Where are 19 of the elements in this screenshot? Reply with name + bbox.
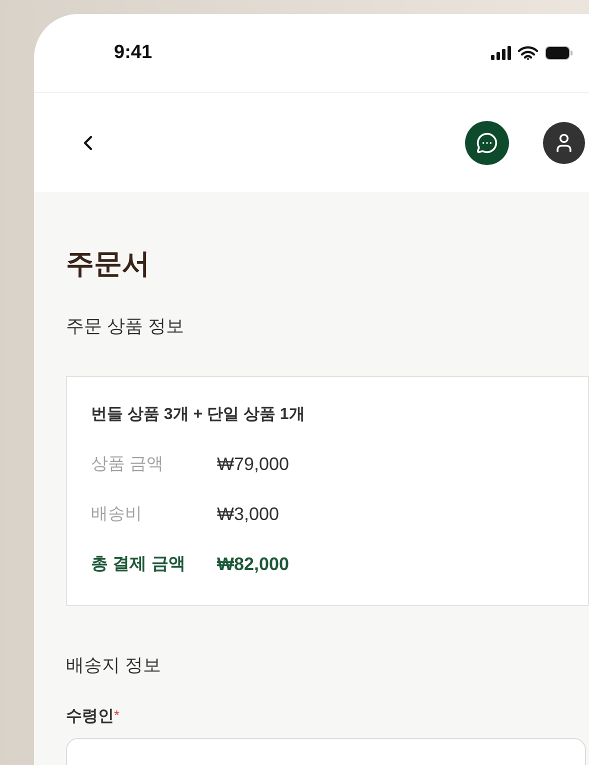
section-heading: 배송지 정보 (66, 654, 162, 677)
required-asterisk: * (114, 706, 120, 724)
page-title: 주문서 (66, 247, 151, 281)
battery-icon (545, 46, 573, 60)
wifi-icon (518, 46, 538, 60)
price-label: 총 결제 금액 (91, 553, 186, 576)
price-label: 배송비 (91, 503, 143, 526)
order-summary-text: 번들 상품 3개 + 단일 상품 1개 (91, 405, 306, 425)
signal-icon (491, 46, 511, 60)
status-time: 9:41 (114, 40, 152, 65)
price-value: ₩82,000 (217, 552, 290, 576)
price-label: 상품 금액 (91, 453, 165, 476)
price-value: ₩3,000 (217, 502, 280, 526)
chat-button[interactable] (465, 120, 509, 164)
chat-icon (476, 132, 498, 154)
profile-button[interactable] (543, 122, 585, 164)
section-heading: 주문 상품 정보 (66, 315, 186, 338)
price-value: ₩79,000 (217, 452, 290, 476)
field-label: 수령인 (66, 707, 114, 727)
